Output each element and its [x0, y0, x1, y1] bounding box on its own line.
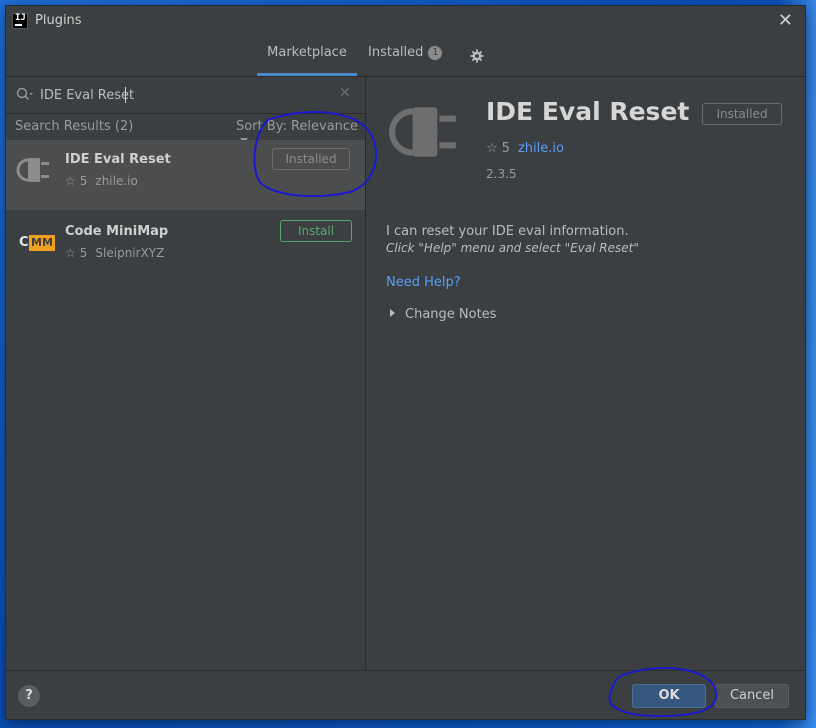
tab-bar: Marketplace Installed 1	[6, 38, 805, 77]
logo-letter-c: C	[19, 235, 29, 250]
code-minimap-logo-icon: C MM	[19, 235, 55, 251]
active-tab-indicator	[257, 73, 357, 76]
tab-installed-label: Installed	[368, 45, 424, 60]
detail-version: 2.3.5	[486, 167, 517, 181]
change-notes-label: Change Notes	[405, 307, 497, 322]
logo-letters-mm: MM	[29, 235, 55, 251]
installed-count-badge: 1	[428, 46, 443, 60]
plugin-rating: 5	[79, 246, 88, 260]
star-icon: ☆	[65, 174, 76, 188]
help-button[interactable]: ?	[18, 685, 40, 707]
plug-icon	[389, 107, 456, 157]
clear-search-icon[interactable]: ✕	[339, 85, 351, 101]
plugin-list-item[interactable]: C MM Code MiniMap ☆ 5 SleipnirXYZ Install	[6, 212, 365, 282]
text-cursor	[125, 87, 126, 103]
intellij-app-icon: IJ	[12, 13, 28, 29]
cancel-button[interactable]: Cancel	[715, 684, 789, 708]
ok-button[interactable]: OK	[632, 684, 706, 708]
detail-vendor-link[interactable]: zhile.io	[518, 141, 564, 156]
gear-icon[interactable]	[470, 49, 484, 63]
results-header: Search Results (2) Sort By: Relevance	[6, 114, 365, 143]
plugin-list-pane: ✕ Search Results (2) Sort By: Relevance …	[6, 77, 366, 670]
plug-icon	[16, 158, 49, 182]
title-bar: IJ Plugins ✕	[6, 6, 805, 38]
need-help-link[interactable]: Need Help?	[386, 275, 461, 290]
installed-button: Installed	[272, 148, 350, 170]
plugin-detail-pane: IDE Eval Reset Installed ☆ 5 zhile.io 2.3.…	[366, 77, 805, 670]
detail-installed-button: Installed	[702, 103, 782, 125]
search-results-count: Search Results (2)	[15, 119, 134, 134]
tab-marketplace[interactable]: Marketplace	[257, 38, 357, 76]
search-box: ✕	[6, 77, 365, 114]
install-button[interactable]: Install	[280, 220, 352, 242]
plugin-vendor: zhile.io	[95, 174, 138, 188]
chevron-right-icon	[390, 309, 395, 317]
tab-installed[interactable]: Installed 1	[368, 38, 443, 76]
detail-rating: 5	[501, 141, 510, 156]
tab-marketplace-label: Marketplace	[267, 45, 347, 60]
plugin-name: Code MiniMap	[65, 224, 169, 239]
dialog-footer: ? OK Cancel	[6, 670, 805, 720]
plugin-meta: ☆ 5 SleipnirXYZ	[65, 246, 164, 260]
plugin-rating: 5	[79, 174, 88, 188]
plugins-dialog: IJ Plugins ✕ Marketplace Installed 1 IDE…	[6, 6, 805, 719]
window-title: Plugins	[35, 13, 82, 28]
description-line-1: I can reset your IDE eval information.	[386, 224, 629, 239]
sort-by-label: Sort By: Relevance	[236, 119, 359, 134]
description-line-2: Click "Help" menu and select "Eval Reset…	[386, 241, 639, 255]
star-icon: ☆	[486, 141, 498, 156]
plugin-name: IDE Eval Reset	[65, 152, 171, 167]
detail-meta: ☆ 5 zhile.io	[486, 141, 564, 156]
plugin-vendor: SleipnirXYZ	[95, 246, 165, 260]
close-icon[interactable]: ✕	[778, 10, 793, 31]
plugin-meta: ☆ 5 zhile.io	[65, 174, 138, 188]
plugin-list-item[interactable]: IDE Eval Reset ☆ 5 zhile.io Installed	[6, 140, 365, 210]
detail-plugin-name: IDE Eval Reset	[486, 97, 690, 126]
star-icon: ☆	[65, 246, 76, 260]
search-icon[interactable]	[16, 87, 34, 101]
change-notes-toggle[interactable]: Change Notes	[390, 307, 496, 322]
search-input[interactable]	[40, 85, 330, 105]
